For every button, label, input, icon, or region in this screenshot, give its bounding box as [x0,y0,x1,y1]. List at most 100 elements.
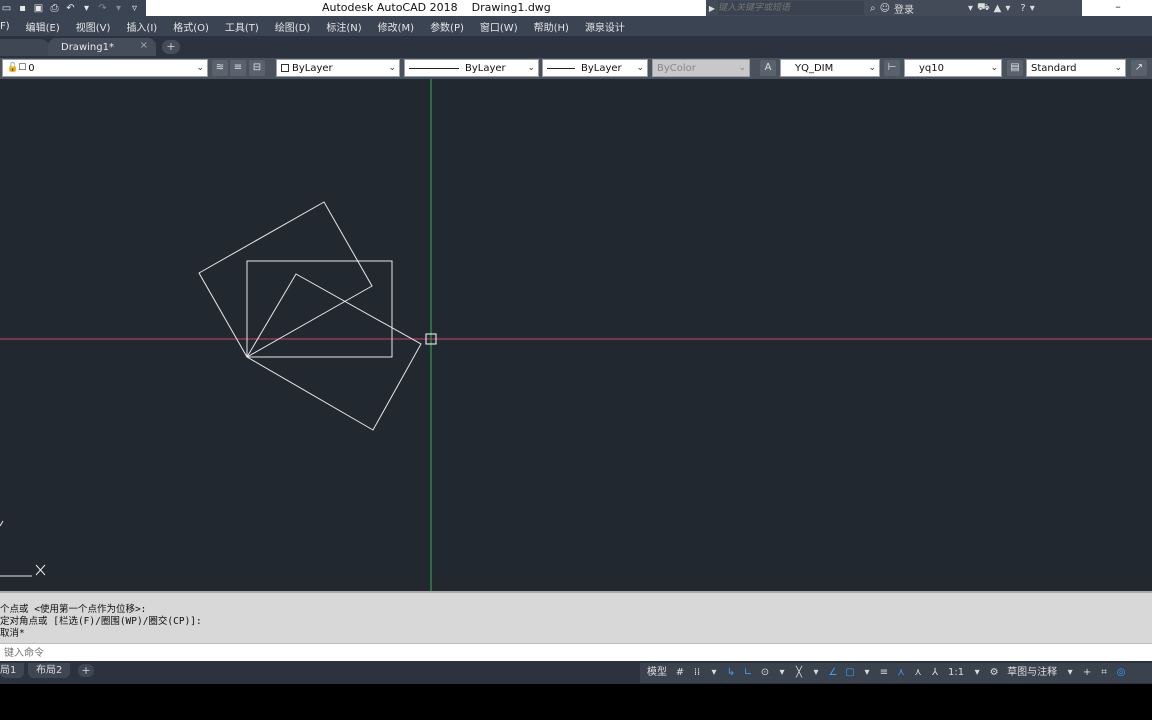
redo-icon[interactable]: ↷ [96,2,109,14]
search-box: ▶ [706,0,866,16]
grid-icon[interactable]: # [673,665,687,681]
plotstyle-combo: ByColor ⌄ [652,59,750,77]
layer-previous-icon[interactable]: ⊟ [249,60,265,76]
save-icon[interactable]: ▪ [16,2,29,14]
make-current-icon[interactable]: ≡ [230,60,246,76]
color-value: ByLayer [292,62,333,74]
osnap-dropdown-icon[interactable]: ▾ [860,665,874,681]
search-input[interactable] [718,1,864,15]
lineweight-icon[interactable]: ≡ [877,665,891,681]
menu-view[interactable]: 视图(V) [68,19,119,34]
plus-icon[interactable]: + [1080,665,1094,681]
menu-insert[interactable]: 插入(I) [118,19,165,34]
menu-bar: F) 编辑(E) 视图(V) 插入(I) 格式(O) 工具(T) 绘图(D) 标… [0,16,1152,36]
scale-dropdown-icon[interactable]: ▾ [970,665,984,681]
login-dropdown-icon[interactable]: ▾ [968,3,973,14]
annotation-scale-icon[interactable]: ⅄ [928,665,942,681]
chevron-down-icon: ⌄ [738,63,746,73]
user-icon[interactable]: ☺ [880,3,890,14]
undo-dropdown-icon[interactable]: ▾ [80,2,93,14]
infocenter-bar: ⌕ ☺ 登录 ▾ ⛟ ▲ ▾ ? ▾ [866,0,1082,16]
help-dropdown-icon[interactable]: ▾ [1030,3,1035,14]
search-expand-icon[interactable]: ▶ [706,4,718,13]
a360-icon[interactable]: ▲ [994,3,1002,14]
menu-window[interactable]: 窗口(W) [472,19,526,34]
textstyle-value: yq10 [919,62,944,74]
help-icon[interactable]: ? [1020,3,1025,14]
tab-layout2[interactable]: 布局2 [28,663,71,678]
customize-qat-icon[interactable]: ▿ [128,2,141,14]
layer-state-icon: 🔓☐ [7,63,27,73]
menu-yuanquan[interactable]: 源泉设计 [577,19,633,34]
workspace-dropdown-icon[interactable]: ▾ [1063,665,1077,681]
isolate-objects-icon[interactable]: ⌗ [1097,665,1111,681]
otrack-icon[interactable]: ∠ [826,665,840,681]
model-space-button[interactable]: 模型 [644,665,670,681]
saveas-icon[interactable]: ▣ [32,2,45,14]
annotation-scale-value[interactable]: 1:1 [945,665,967,681]
hardware-accel-icon[interactable]: ◎ [1114,665,1128,681]
multileader-style-icon[interactable]: ↗ [1131,60,1147,76]
tab-start[interactable] [0,39,50,56]
rectangle[interactable] [246,260,393,358]
menu-help[interactable]: 帮助(H) [526,19,577,34]
menu-parametric[interactable]: 参数(P) [422,19,472,34]
color-combo[interactable]: ByLayer ⌄ [276,59,400,77]
snap-icon[interactable]: ⁞⁞ [690,665,704,681]
table-style-icon[interactable]: ▤ [1007,60,1023,76]
new-tab-button[interactable]: + [162,40,180,54]
linetype-combo[interactable]: ByLayer ⌄ [404,59,539,77]
plotstyle-value: ByColor [657,62,696,74]
layer-combo[interactable]: 🔓☐ 0 ⌄ [2,59,208,77]
rotated-rectangle-2[interactable] [246,273,422,431]
osnap-icon[interactable]: ▢ [843,665,857,681]
add-layout-button[interactable]: + [78,664,94,677]
isodraft-icon[interactable]: ╳ [792,665,806,681]
chevron-down-icon: ⌄ [636,63,644,73]
infer-constraints-icon[interactable]: ↳ [724,665,738,681]
tab-layout1[interactable]: 局1 [0,663,25,678]
gear-icon[interactable]: ⚙ [987,665,1001,681]
annotation-visibility-icon[interactable]: ⋏ [894,665,908,681]
binoculars-icon[interactable]: ⌕ [870,3,876,14]
print-icon[interactable]: ⎙ [48,2,61,14]
lineweight-value: ByLayer [581,62,622,74]
menu-tools[interactable]: 工具(T) [217,19,267,34]
undo-icon[interactable]: ↶ [64,2,77,14]
layer-properties-icon[interactable]: ≋ [212,60,228,76]
workspace-switch[interactable]: 草图与注释 [1004,665,1060,681]
auto-scale-icon[interactable]: ⋏ [911,665,925,681]
window-title: Autodesk AutoCAD 2018 Drawing1.dwg [322,0,551,16]
menu-dimension[interactable]: 标注(N) [318,19,369,34]
rotated-rectangle-1[interactable] [198,201,373,358]
menu-format[interactable]: 格式(O) [165,19,217,34]
tab-close-icon[interactable]: × [140,40,148,51]
ucs-y-label [0,520,4,527]
menu-file[interactable]: F) [0,21,18,32]
command-input[interactable] [4,645,1144,661]
ortho-icon[interactable]: ∟ [741,665,755,681]
dimstyle-combo[interactable]: YQ_DIM ⌄ [780,59,880,77]
login-label[interactable]: 登录 [894,1,964,16]
dim-style-icon[interactable]: ⊢ [884,60,900,76]
menu-modify[interactable]: 修改(M) [370,19,422,34]
lineweight-combo[interactable]: ByLayer ⌄ [542,59,648,77]
a360-dropdown-icon[interactable]: ▾ [1005,3,1010,14]
menu-draw[interactable]: 绘图(D) [267,19,319,34]
drawing-canvas[interactable] [0,79,1152,591]
tab-drawing1[interactable]: Drawing1* × [48,38,156,56]
textstyle-combo[interactable]: yq10 ⌄ [904,59,1002,77]
tablestyle-combo[interactable]: Standard ⌄ [1026,59,1126,77]
polar-icon[interactable]: ⊙ [758,665,772,681]
file-name: Drawing1.dwg [471,1,551,14]
text-style-icon[interactable]: A [760,60,776,76]
polar-dropdown-icon[interactable]: ▾ [775,665,789,681]
redo-dropdown-icon[interactable]: ▾ [112,2,125,14]
minimize-button[interactable]: – [1108,0,1128,16]
cart-icon[interactable]: ⛟ [977,2,990,15]
snap-dropdown-icon[interactable]: ▾ [707,665,721,681]
isodraft-dropdown-icon[interactable]: ▾ [809,665,823,681]
folder-icon[interactable]: ▭ [0,2,13,14]
tablestyle-value: Standard [1031,62,1077,74]
menu-edit[interactable]: 编辑(E) [18,19,68,34]
